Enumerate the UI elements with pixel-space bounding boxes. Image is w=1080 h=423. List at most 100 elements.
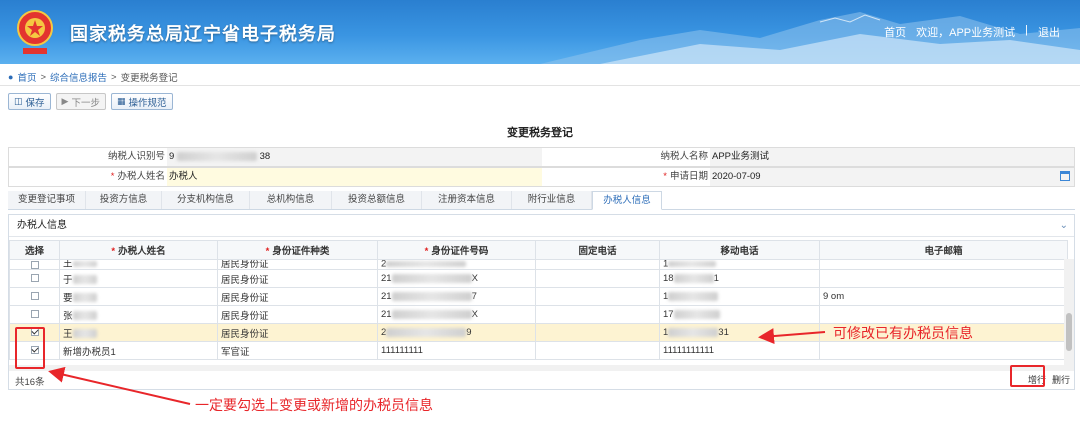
row-checkbox-cell[interactable]: [9, 259, 60, 270]
cell-mobile[interactable]: 17: [659, 305, 820, 324]
cell-id-type[interactable]: 居民身份证: [217, 323, 378, 342]
row-checkbox[interactable]: [30, 274, 39, 283]
vertical-scrollbar[interactable]: [1064, 259, 1074, 365]
total-count: 共16条: [15, 377, 45, 388]
form-title: 变更税务登记: [507, 127, 573, 139]
tab-registered-capital[interactable]: 注册资本信息: [422, 191, 512, 209]
scroll-thumb[interactable]: [1066, 313, 1072, 351]
table-row[interactable]: 新增办税员1 军官证 111111111 11111111111: [9, 341, 1068, 360]
breadcrumb-report[interactable]: 综合信息报告: [50, 70, 107, 84]
horizontal-scrollbar[interactable]: [9, 365, 1074, 371]
cell-id-type[interactable]: 居民身份证: [217, 305, 378, 324]
cell-mobile[interactable]: 11111111111: [659, 341, 820, 360]
save-button[interactable]: ◫ 保存: [8, 93, 51, 110]
cell-email[interactable]: [819, 269, 1068, 288]
row-checkbox[interactable]: [30, 292, 39, 301]
row-checkbox-cell[interactable]: [9, 287, 60, 306]
masked-text: [673, 309, 720, 319]
tab-agent-info[interactable]: 办税人信息: [592, 191, 662, 210]
taxpayer-id-value: 9 38: [167, 148, 542, 166]
cell-name[interactable]: 要: [59, 287, 218, 306]
cell-landline[interactable]: [535, 323, 660, 342]
cell-id-number[interactable]: 29: [377, 323, 536, 342]
cell-name[interactable]: 张: [59, 305, 218, 324]
row-checkbox-cell[interactable]: [9, 269, 60, 288]
annotation-check-note: 一定要勾选上变更或新增的办税员信息: [195, 397, 433, 413]
annotation-add-row-box: [1010, 365, 1045, 387]
panel-title: 办税人信息: [17, 220, 67, 231]
table-row[interactable]: 王 居民身份证 2 1: [9, 259, 1068, 270]
taxpayer-id-prefix: 9: [169, 151, 175, 162]
next-label: 下一步: [71, 97, 100, 109]
save-label: 保存: [25, 97, 45, 109]
cell-landline[interactable]: [535, 305, 660, 324]
row-checkbox[interactable]: [30, 310, 39, 319]
cell-id-type[interactable]: 军官证: [217, 341, 378, 360]
breadcrumb-home[interactable]: 首页: [17, 70, 36, 84]
cell-id-type[interactable]: 居民身份证: [217, 287, 378, 306]
masked-text: [176, 151, 257, 161]
table-row[interactable]: 于 居民身份证 21 X 18 1: [9, 269, 1068, 288]
col-email: 电子邮箱: [819, 240, 1068, 260]
tab-industry[interactable]: 附行业信息: [512, 191, 592, 209]
table-row[interactable]: 要 居民身份证 21 7 1 9 om: [9, 287, 1068, 306]
breadcrumb-current: 变更税务登记: [120, 73, 178, 84]
cell-name[interactable]: 于: [59, 269, 218, 288]
cell-id-number[interactable]: 2: [377, 259, 536, 270]
cell-mobile[interactable]: 18 1: [659, 269, 820, 288]
cell-mobile[interactable]: 1: [659, 287, 820, 306]
cell-id-type[interactable]: 居民身份证: [217, 259, 378, 270]
tab-change-items[interactable]: 变更登记事项: [8, 191, 86, 209]
row-checkbox[interactable]: [30, 260, 39, 269]
cell-mobile[interactable]: 1 31: [659, 323, 820, 342]
chevron-down-icon[interactable]: ⌄: [1060, 215, 1068, 237]
welcome-user: 欢迎，APP业务测试: [916, 27, 1016, 39]
next-step-button[interactable]: ▶ 下一步: [55, 93, 106, 110]
cell-name[interactable]: 新增办税员1: [59, 341, 218, 360]
masked-text: [72, 293, 97, 303]
cell-landline[interactable]: [535, 341, 660, 360]
taxpayer-id-suffix: 38: [259, 151, 271, 162]
play-icon: ▶: [61, 96, 69, 106]
tab-investor[interactable]: 投资方信息: [86, 191, 162, 209]
masked-text: [72, 311, 97, 321]
cell-email[interactable]: [819, 305, 1068, 324]
cell-id-number[interactable]: 21 X: [377, 305, 536, 324]
cell-name[interactable]: 王: [59, 323, 218, 342]
cell-landline[interactable]: [535, 259, 660, 270]
taxpayer-id-label: 纳税人识别号: [107, 151, 165, 162]
row-checkbox-cell[interactable]: [9, 305, 60, 324]
site-header: 国家税务总局辽宁省电子税务局 首页 欢迎，APP业务测试 | 退出: [0, 0, 1080, 64]
site-title: 国家税务总局辽宁省电子税务局: [70, 24, 336, 44]
cell-id-number[interactable]: 21 7: [377, 287, 536, 306]
cell-email[interactable]: [819, 259, 1068, 270]
apply-date-value: 2020-07-09: [712, 171, 761, 182]
guide-button[interactable]: ▦ 操作规范: [110, 93, 173, 110]
agent-name-field[interactable]: 办税人: [167, 168, 542, 186]
col-select: 选择: [9, 240, 60, 260]
masked-text: [391, 309, 472, 319]
tab-branch[interactable]: 分支机构信息: [162, 191, 250, 209]
cell-email[interactable]: [819, 341, 1068, 360]
breadcrumb-sep: >: [40, 71, 47, 83]
tab-investment-total[interactable]: 投资总额信息: [332, 191, 422, 209]
tab-head-office[interactable]: 总机构信息: [250, 191, 332, 209]
cell-id-number[interactable]: 21 X: [377, 269, 536, 288]
logout-link[interactable]: 退出: [1038, 24, 1060, 40]
cell-name[interactable]: 王: [59, 259, 218, 270]
apply-date-field[interactable]: 2020-07-09: [710, 168, 1074, 186]
cell-landline[interactable]: [535, 269, 660, 288]
home-link[interactable]: 首页: [884, 24, 906, 40]
calendar-icon[interactable]: [1060, 171, 1070, 181]
cell-email[interactable]: 9 om: [819, 287, 1068, 306]
col-id-type: * 身份证件种类: [217, 240, 378, 260]
delete-row-button[interactable]: 删行: [1050, 372, 1072, 387]
table-row[interactable]: 张 居民身份证 21 X 17: [9, 305, 1068, 324]
cell-landline[interactable]: [535, 287, 660, 306]
agent-info-panel: 办税人信息 ⌄ 选择 * 办税人姓名 * 身份证件种类 * 身份证件号码 固定电话 移…: [8, 214, 1075, 390]
panel-header: 办税人信息 ⌄: [9, 215, 1074, 237]
cell-id-number[interactable]: 111111111: [377, 341, 536, 360]
cell-id-type[interactable]: 居民身份证: [217, 269, 378, 288]
masked-text: [72, 329, 97, 339]
cell-mobile[interactable]: 1: [659, 259, 820, 270]
